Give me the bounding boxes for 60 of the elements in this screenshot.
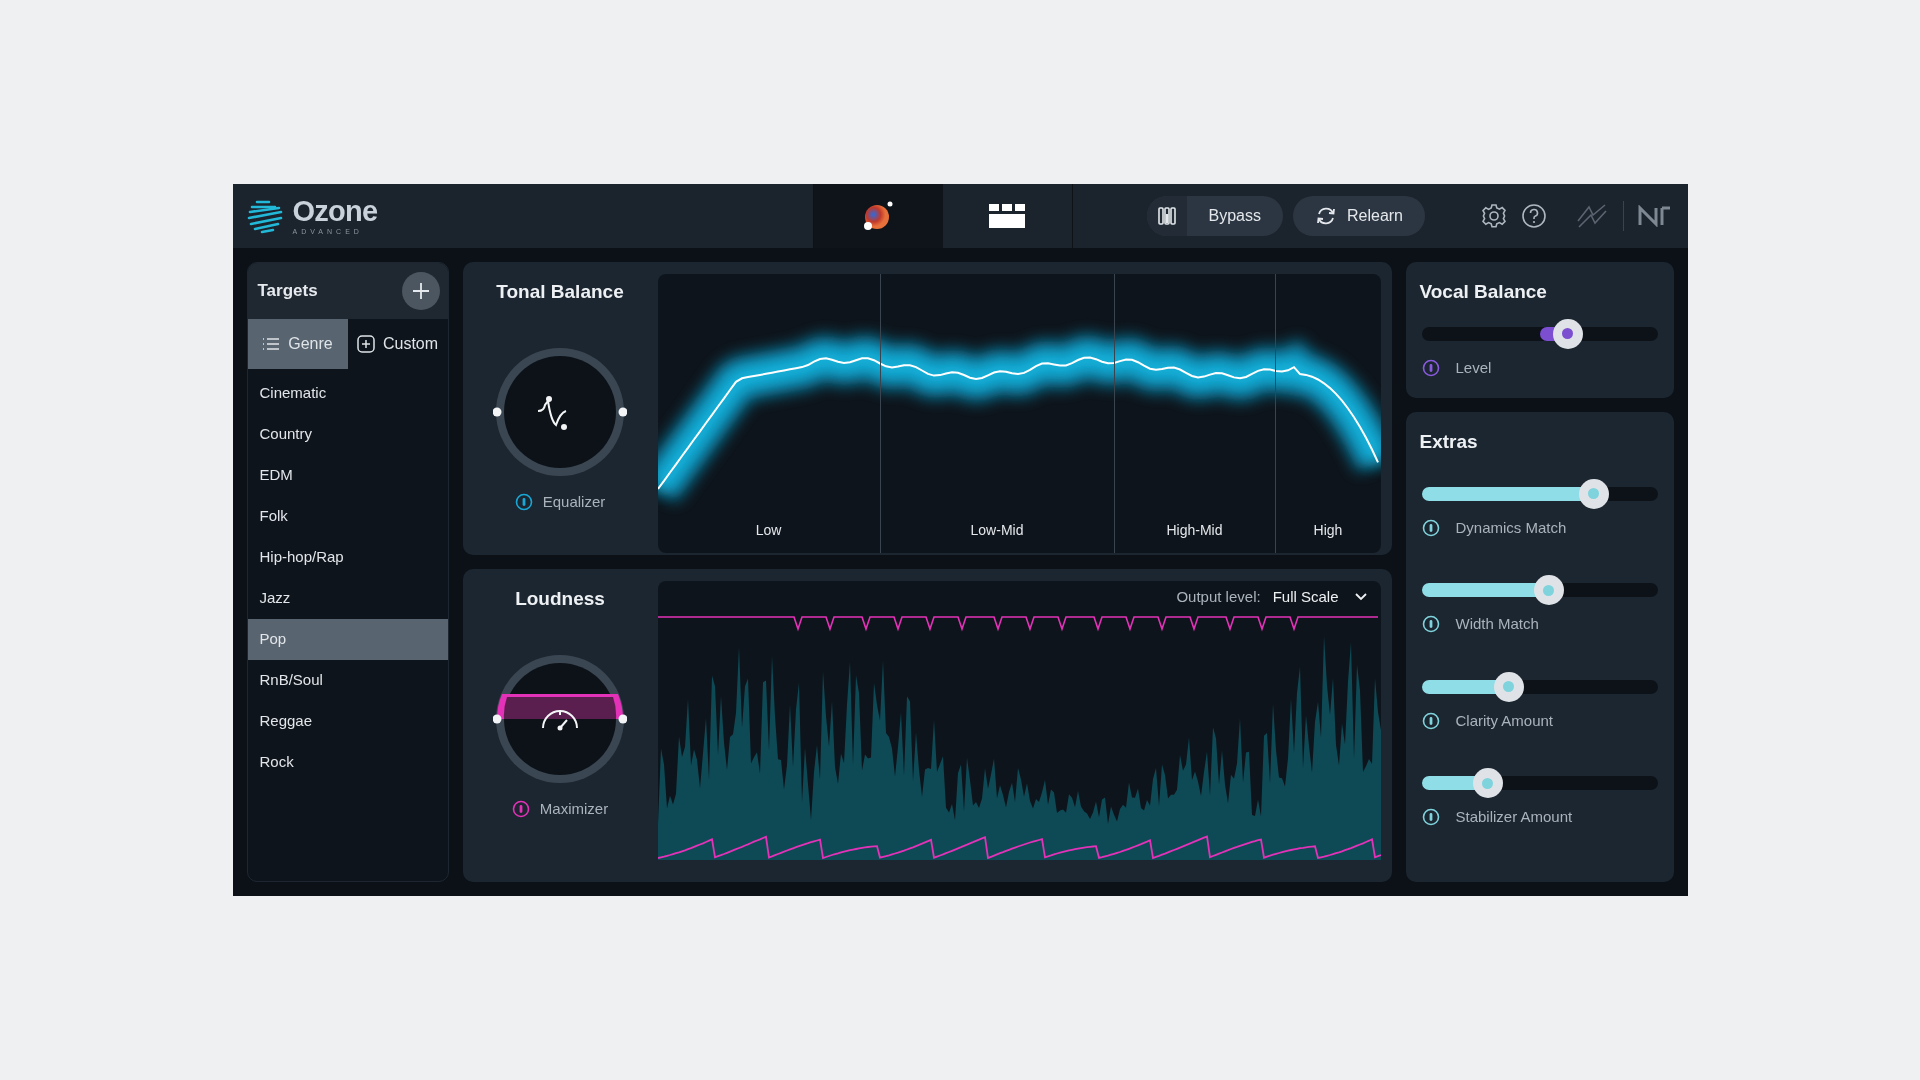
slider-label: Level [1455, 357, 1492, 378]
loudness-title: Loudness [515, 587, 605, 611]
genre-tab[interactable]: Genre [247, 319, 348, 369]
power-icon[interactable] [1421, 808, 1440, 827]
extras-title: Extras [1419, 430, 1479, 454]
slider-label: Width Match [1455, 614, 1539, 634]
logo-icon [246, 198, 285, 234]
genre-item[interactable]: Pop [247, 619, 448, 660]
assistant-tab[interactable] [813, 184, 943, 248]
power-icon[interactable] [514, 492, 533, 511]
add-icon [356, 335, 375, 353]
slider[interactable] [1421, 575, 1658, 605]
genre-item[interactable]: Cinematic [247, 373, 448, 414]
power-icon[interactable] [1421, 711, 1440, 730]
output-level-dropdown[interactable]: Full Scale [1272, 585, 1367, 609]
genre-item[interactable]: EDM [247, 455, 448, 496]
band-label: High [1313, 521, 1343, 540]
genre-item[interactable]: Jazz [247, 578, 448, 619]
add-button[interactable] [401, 272, 440, 310]
meter-icon [1146, 196, 1187, 236]
output-level-label: Output level: [1176, 586, 1261, 607]
settings-icon[interactable] [1480, 203, 1507, 229]
relearn-button[interactable]: Relearn [1292, 196, 1425, 236]
refresh-icon [1314, 205, 1337, 227]
bypass-button[interactable]: Bypass [1146, 196, 1283, 236]
brand-logo-icon [1637, 205, 1672, 227]
slider-thumb[interactable] [1493, 671, 1524, 702]
genre-item[interactable]: Rock [247, 742, 448, 783]
slider-thumb[interactable] [1578, 478, 1609, 509]
app-name: Ozone [292, 197, 378, 226]
slider-thumb[interactable] [1552, 318, 1583, 349]
chevron-down-icon [1354, 593, 1367, 601]
slider-label: Clarity Amount [1455, 710, 1554, 731]
slider[interactable] [1421, 478, 1658, 509]
genre-item[interactable]: Country [247, 414, 448, 455]
module-label: Maximizer [539, 798, 609, 819]
genre-item[interactable]: RnB/Soul [247, 660, 448, 701]
band-label: High-Mid [1166, 521, 1223, 540]
genre-item[interactable]: Folk [247, 496, 448, 537]
genre-item[interactable]: Reggae [247, 701, 448, 742]
slider[interactable] [1421, 768, 1658, 798]
slider[interactable] [1421, 671, 1658, 702]
targets-title: Targets [257, 280, 318, 303]
slider-label: Stabilizer Amount [1455, 807, 1573, 827]
list-icon [262, 337, 281, 351]
power-icon[interactable] [1421, 518, 1440, 537]
vocal-slider[interactable] [1421, 318, 1658, 349]
genre-item[interactable]: Hip-hop/Rap [247, 537, 448, 578]
slider-thumb[interactable] [1472, 768, 1503, 798]
slider-thumb[interactable] [1533, 575, 1564, 605]
module-label: Equalizer [542, 491, 606, 512]
vocal-balance-title: Vocal Balance [1419, 280, 1548, 304]
help-icon[interactable] [1520, 203, 1547, 229]
band-label: Low [755, 521, 782, 540]
power-icon[interactable] [1421, 615, 1440, 634]
power-icon[interactable] [511, 799, 530, 818]
tonal-balance-title: Tonal Balance [496, 280, 624, 304]
blocks-icon [989, 202, 1025, 230]
band-label: Low-Mid [970, 521, 1024, 540]
slider-label: Dynamics Match [1455, 517, 1567, 538]
